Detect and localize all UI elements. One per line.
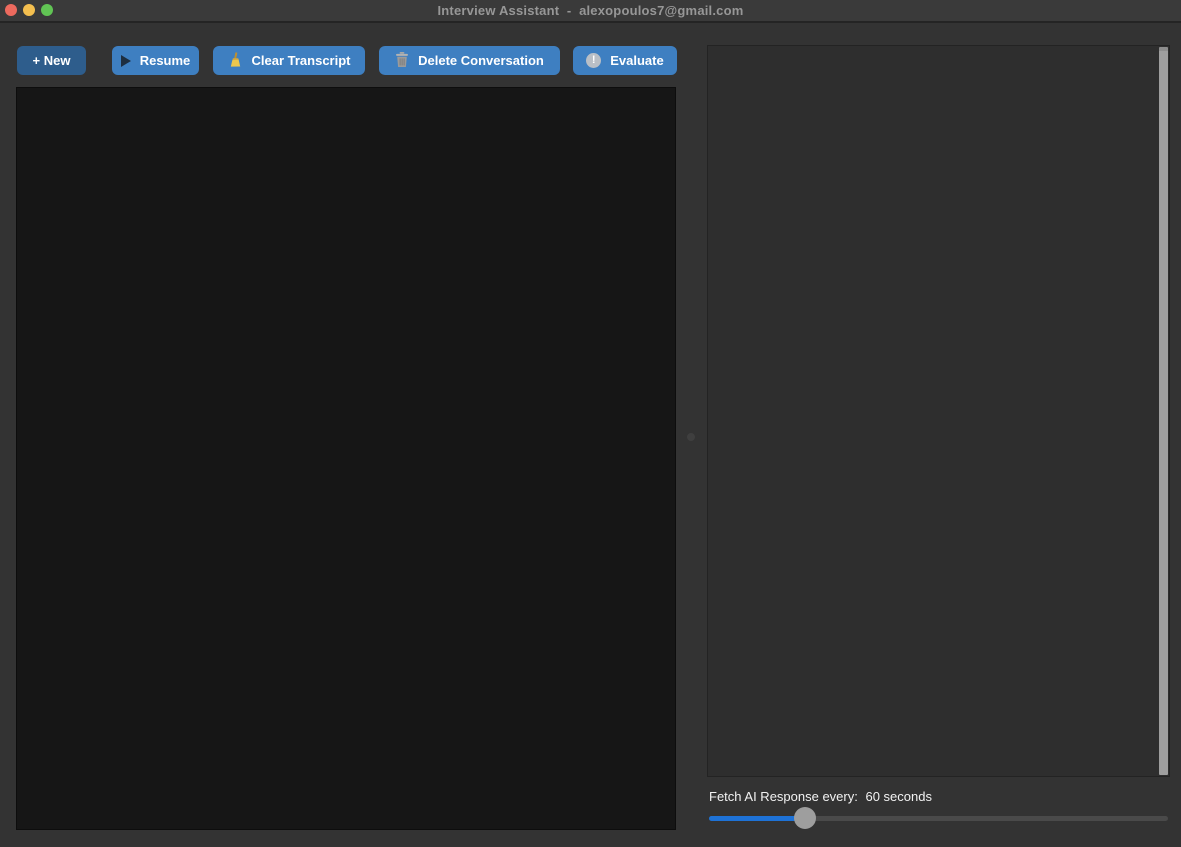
scrollbar-thumb[interactable]: [1159, 47, 1168, 775]
slider-thumb[interactable]: [794, 807, 817, 829]
broom-icon: [228, 51, 243, 70]
trash-icon: [395, 51, 409, 70]
fetch-interval-label-text: Fetch AI Response every:: [709, 789, 858, 804]
fetch-interval-value: 60 seconds: [865, 789, 932, 804]
transcript-panel[interactable]: [16, 87, 676, 830]
splitter-handle[interactable]: [687, 433, 695, 441]
new-button-label: + New: [32, 53, 71, 68]
window-title: Interview Assistant - alexopoulos7@gmail…: [437, 3, 744, 18]
titlebar: Interview Assistant - alexopoulos7@gmail…: [0, 0, 1181, 23]
evaluate-button[interactable]: Evaluate: [573, 46, 677, 75]
slider-fill: [709, 816, 806, 821]
clear-transcript-button[interactable]: Clear Transcript: [213, 46, 365, 75]
new-button[interactable]: + New: [17, 46, 86, 75]
delete-conversation-button[interactable]: Delete Conversation: [379, 46, 560, 75]
app-window: Interview Assistant - alexopoulos7@gmail…: [0, 0, 1181, 847]
resume-button-label: Resume: [139, 53, 191, 68]
clear-transcript-button-label: Clear Transcript: [251, 53, 351, 68]
fetch-interval-label: Fetch AI Response every: 60 seconds: [709, 789, 932, 804]
fetch-interval-slider[interactable]: [709, 807, 1168, 829]
play-icon: [120, 54, 131, 67]
exclamation-icon: [586, 53, 602, 68]
delete-conversation-button-label: Delete Conversation: [418, 53, 544, 68]
ai-response-panel[interactable]: [707, 45, 1170, 777]
evaluate-button-label: Evaluate: [610, 53, 664, 68]
slider-track[interactable]: [709, 816, 1168, 821]
resume-button[interactable]: Resume: [112, 46, 199, 75]
